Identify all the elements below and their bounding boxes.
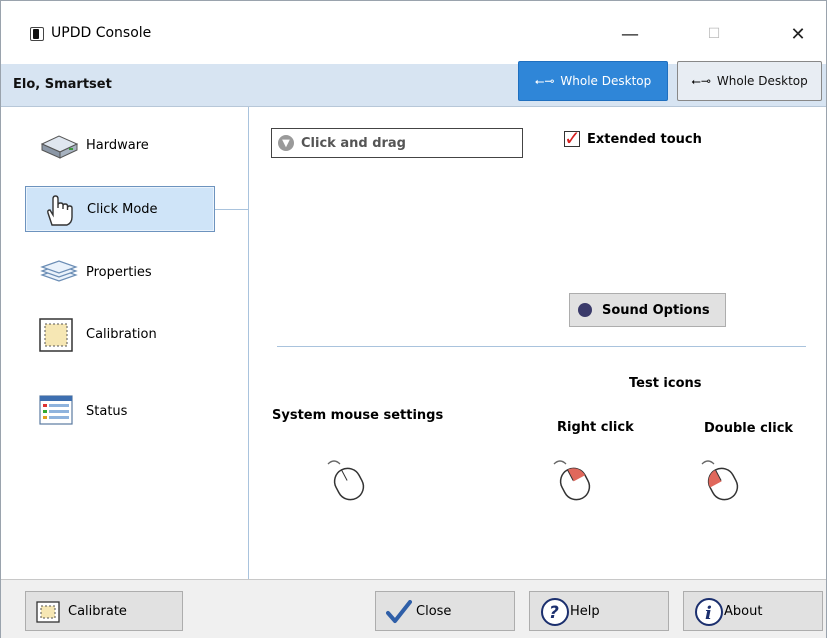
about-label: About [724, 603, 763, 619]
hardware-drive-icon [39, 132, 79, 164]
sidebar-item-label: Status [86, 403, 128, 419]
help-icon: ? [540, 597, 570, 631]
double-click-test-icon[interactable] [698, 456, 744, 506]
sidebar-item-label: Hardware [86, 137, 149, 153]
close-label: Close [416, 603, 452, 619]
right-click-test-icon[interactable] [550, 456, 596, 506]
checkmark-icon [386, 600, 412, 628]
extended-touch-label: Extended touch [587, 131, 702, 147]
calibrate-label: Calibrate [68, 603, 127, 619]
svg-text:i: i [705, 603, 712, 624]
usb-icon: ⭠⊸ [534, 73, 555, 88]
system-mouse-settings-label[interactable]: System mouse settings [272, 408, 443, 423]
sidebar-item-calibration[interactable]: Calibration [25, 311, 215, 357]
status-table-icon [39, 395, 73, 429]
app-icon [30, 27, 44, 41]
maximize-icon: ☐ [707, 26, 721, 42]
usb-icon: ⭠⊸ [691, 73, 711, 88]
calibrate-button[interactable]: Calibrate [25, 591, 183, 631]
close-icon: ✕ [790, 23, 806, 45]
window-title: UPDD Console [51, 25, 152, 41]
minimize-icon: — [621, 23, 639, 45]
title-bar: UPDD Console — ☐ ✕ [1, 1, 826, 64]
sidebar-item-label: Click Mode [87, 201, 158, 217]
section-divider [277, 346, 806, 347]
close-button[interactable]: Close [375, 591, 515, 631]
calibration-icon [39, 318, 73, 356]
sidebar-item-click-mode[interactable]: Click Mode [25, 186, 215, 232]
sound-options-button[interactable]: Sound Options [569, 293, 726, 327]
help-button[interactable]: ? Help [529, 591, 669, 631]
right-click-label: Right click [557, 420, 634, 435]
extended-touch-toggle[interactable]: Extended touch [564, 126, 702, 150]
layers-icon [39, 259, 79, 291]
svg-text:?: ? [549, 603, 559, 623]
system-mouse-icon[interactable] [324, 456, 370, 506]
whole-desktop-label: Whole Desktop [560, 74, 652, 88]
sidebar-item-label: Calibration [86, 326, 157, 342]
chevron-down-icon: ▼ [278, 135, 294, 151]
close-window-button[interactable]: ✕ [775, 17, 821, 51]
sound-icon [578, 303, 592, 317]
whole-desktop-button-active[interactable]: ⭠⊸ Whole Desktop [518, 61, 668, 101]
maximize-button[interactable]: ☐ [691, 17, 737, 51]
hand-pointer-icon [40, 193, 76, 231]
sidebar-item-properties[interactable]: Properties [25, 249, 215, 295]
sound-options-label: Sound Options [602, 302, 710, 318]
calibration-icon [36, 601, 60, 627]
help-label: Help [570, 603, 600, 619]
sidebar-item-label: Properties [86, 264, 152, 280]
test-icons-heading: Test icons [629, 376, 702, 391]
click-mode-value: Click and drag [301, 135, 406, 151]
selection-connector [215, 209, 248, 210]
device-label: Elo, Smartset [13, 77, 112, 92]
updd-console-window: UPDD Console — ☐ ✕ Elo, Smartset ⭠⊸ Whol… [0, 0, 827, 638]
sidebar-item-status[interactable]: Status [25, 388, 215, 434]
minimize-button[interactable]: — [607, 17, 653, 51]
double-click-label: Double click [704, 421, 794, 436]
click-mode-panel [249, 107, 826, 579]
click-mode-select[interactable]: ▼ Click and drag [271, 128, 523, 158]
whole-desktop-button[interactable]: ⭠⊸ Whole Desktop [677, 61, 822, 101]
extended-touch-checkbox[interactable] [564, 126, 581, 150]
sidebar-item-hardware[interactable]: Hardware [25, 122, 215, 168]
about-button[interactable]: i About [683, 591, 823, 631]
info-icon: i [694, 597, 724, 631]
whole-desktop-label: Whole Desktop [716, 74, 808, 88]
